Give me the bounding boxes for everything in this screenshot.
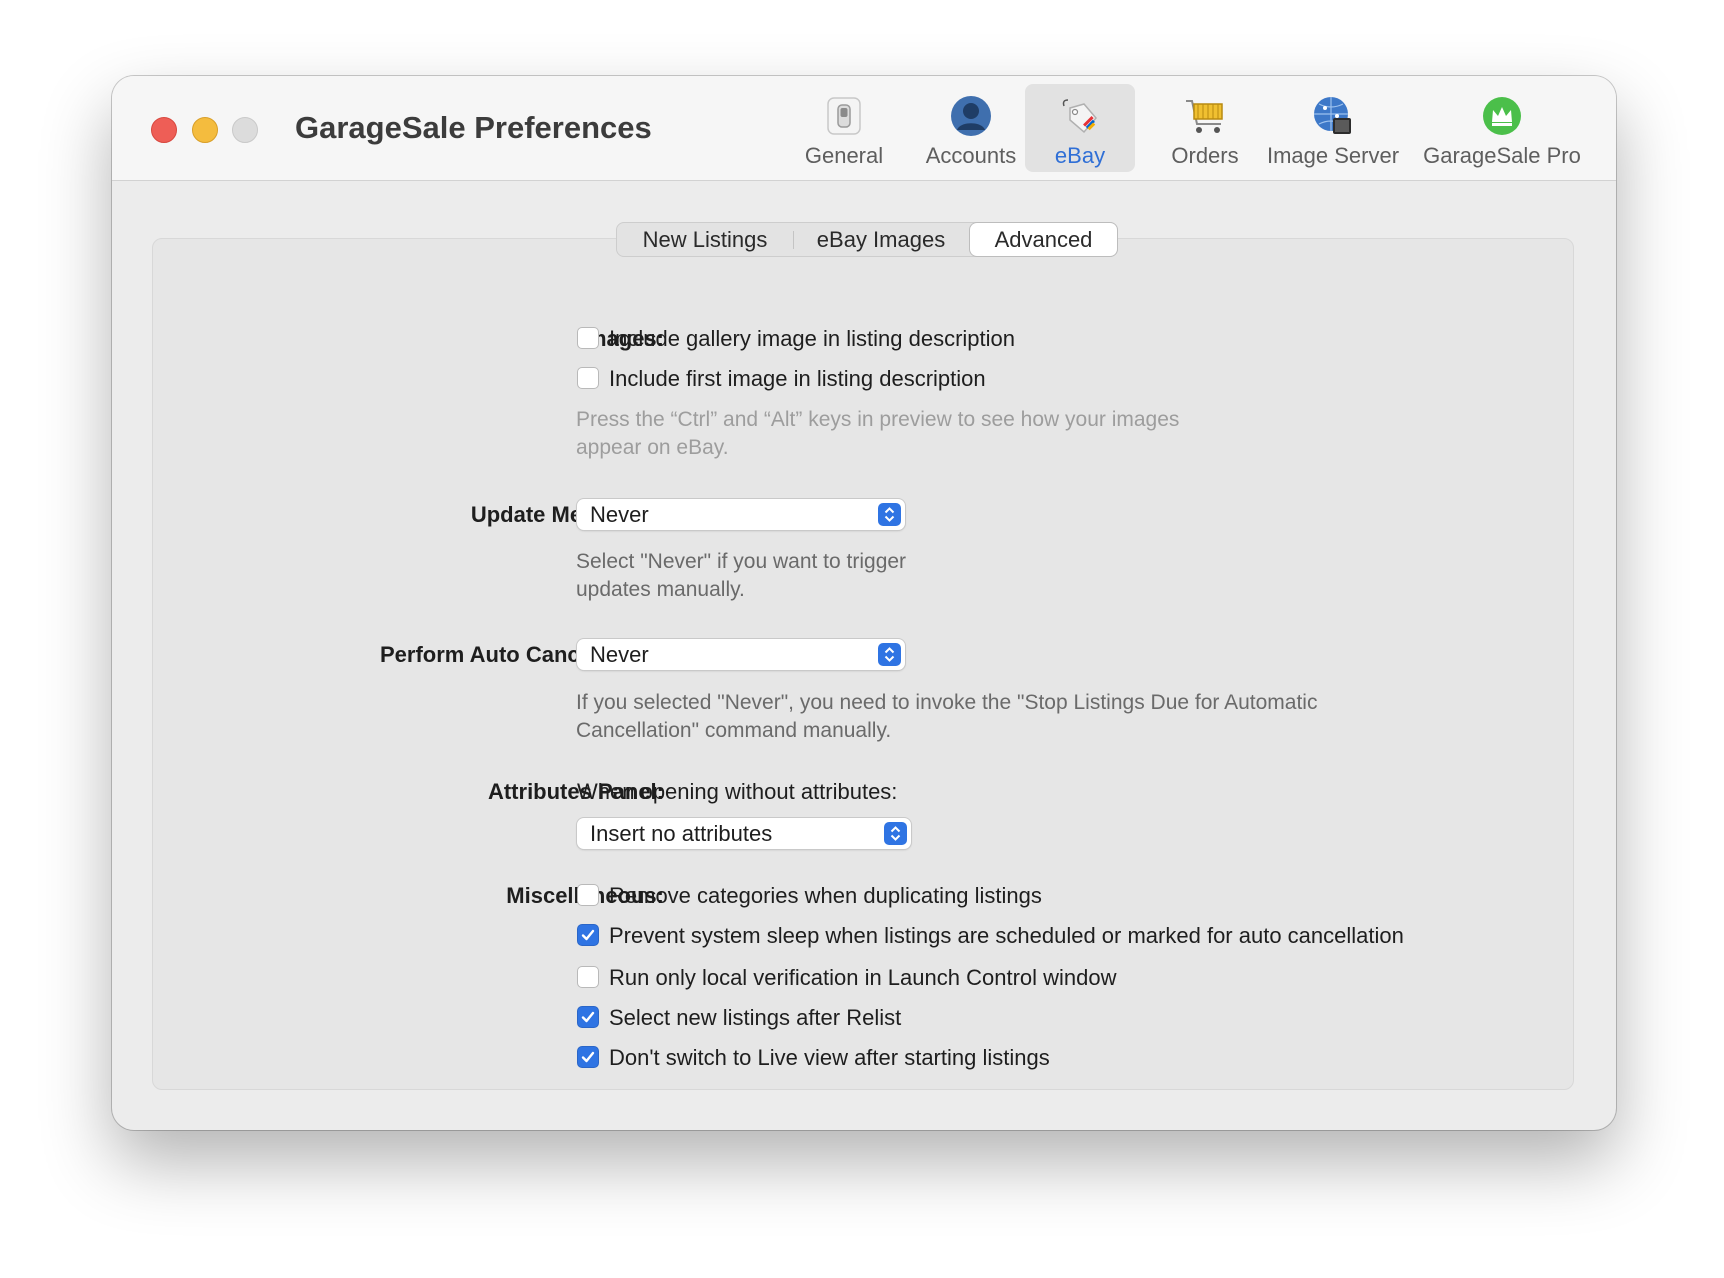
- preferences-window: GarageSale Preferences General Accounts …: [112, 76, 1616, 1130]
- dont-switch-live-view-label: Don't switch to Live view after starting…: [609, 1045, 1050, 1070]
- price-tag-icon: [1058, 94, 1102, 138]
- checkmark-icon: [581, 1011, 595, 1023]
- minimize-window-button[interactable]: [192, 117, 218, 143]
- toolbar-label-ebay: eBay: [1054, 143, 1106, 168]
- remove-categories-label: Remove categories when duplicating listi…: [609, 883, 1042, 908]
- toolbar-item-orders[interactable]: Orders: [1143, 84, 1267, 172]
- toolbar-label-image-server: Image Server: [1266, 143, 1400, 168]
- run-local-verification-label: Run only local verification in Launch Co…: [609, 965, 1117, 990]
- tab-advanced[interactable]: Advanced: [970, 223, 1117, 256]
- toolbar-item-image-server[interactable]: Image Server: [1252, 84, 1414, 172]
- update-messages-hint-line-2: updates manually.: [576, 578, 745, 601]
- person-icon: [949, 94, 993, 138]
- checkmark-icon: [581, 1051, 595, 1063]
- include-gallery-image-checkbox[interactable]: [577, 327, 599, 349]
- prevent-system-sleep-checkbox[interactable]: [577, 924, 599, 946]
- zoom-window-button[interactable]: [232, 117, 258, 143]
- update-messages-value: Never: [590, 502, 649, 527]
- globe-server-icon: [1311, 94, 1355, 138]
- select-new-listings-checkbox[interactable]: [577, 1006, 599, 1028]
- toolbar-item-accounts[interactable]: Accounts: [909, 84, 1033, 172]
- attributes-panel-value: Insert no attributes: [590, 821, 773, 846]
- update-messages-popup[interactable]: Never: [577, 499, 905, 530]
- toolbar-item-garagesale-pro[interactable]: GarageSale Pro: [1412, 84, 1592, 172]
- toolbar-item-general[interactable]: General: [787, 84, 901, 172]
- crown-icon: [1480, 94, 1524, 138]
- chevron-up-down-icon: [878, 503, 901, 526]
- tab-new-listings[interactable]: New Listings: [617, 223, 793, 256]
- select-new-listings-label: Select new listings after Relist: [609, 1005, 902, 1030]
- chevron-up-down-icon: [884, 822, 907, 845]
- include-first-image-checkbox[interactable]: [577, 367, 599, 389]
- window-title: GarageSale Preferences: [295, 110, 652, 145]
- include-gallery-image-label: Include gallery image in listing descrip…: [609, 326, 1015, 351]
- auto-cancellation-value: Never: [590, 642, 649, 667]
- auto-cancellation-hint: If you selected "Never", you need to inv…: [576, 689, 1317, 745]
- auto-cancellation-hint-line-2: Cancellation" command manually.: [576, 719, 892, 742]
- update-messages-hint-line-1: Select "Never" if you want to trigger: [576, 550, 907, 573]
- include-first-image-label: Include first image in listing descripti…: [609, 366, 986, 391]
- close-window-button[interactable]: [151, 117, 177, 143]
- toolbar-label-accounts: Accounts: [925, 143, 1017, 168]
- attributes-panel-description: When opening without attributes:: [577, 779, 898, 804]
- auto-cancellation-hint-line-1: If you selected "Never", you need to inv…: [576, 691, 1318, 714]
- tab-bar: New Listings eBay Images Advanced: [616, 222, 1118, 257]
- chevron-up-down-icon: [878, 643, 901, 666]
- toolbar-label-general: General: [804, 143, 884, 168]
- checkmark-icon: [581, 929, 595, 941]
- update-messages-hint: Select "Never" if you want to trigger up…: [576, 548, 906, 604]
- switch-icon: [822, 94, 866, 138]
- attributes-panel-popup[interactable]: Insert no attributes: [577, 818, 911, 849]
- toolbar-item-ebay[interactable]: eBay: [1025, 84, 1135, 172]
- toolbar-label-orders: Orders: [1171, 143, 1239, 168]
- run-local-verification-checkbox[interactable]: [577, 966, 599, 988]
- auto-cancellation-popup[interactable]: Never: [577, 639, 905, 670]
- title-bar: GarageSale Preferences General Accounts …: [112, 76, 1616, 181]
- images-hint-line-2: appear on eBay.: [576, 436, 729, 459]
- remove-categories-checkbox[interactable]: [577, 884, 599, 906]
- toolbar-label-garagesale-pro: GarageSale Pro: [1423, 143, 1581, 168]
- dont-switch-live-view-checkbox[interactable]: [577, 1046, 599, 1068]
- tab-ebay-images[interactable]: eBay Images: [794, 223, 968, 256]
- prevent-system-sleep-label: Prevent system sleep when listings are s…: [609, 923, 1404, 948]
- shopping-cart-icon: [1183, 94, 1227, 138]
- images-hint-line-1: Press the “Ctrl” and “Alt” keys in previ…: [576, 408, 1180, 431]
- images-hint: Press the “Ctrl” and “Alt” keys in previ…: [576, 406, 1179, 462]
